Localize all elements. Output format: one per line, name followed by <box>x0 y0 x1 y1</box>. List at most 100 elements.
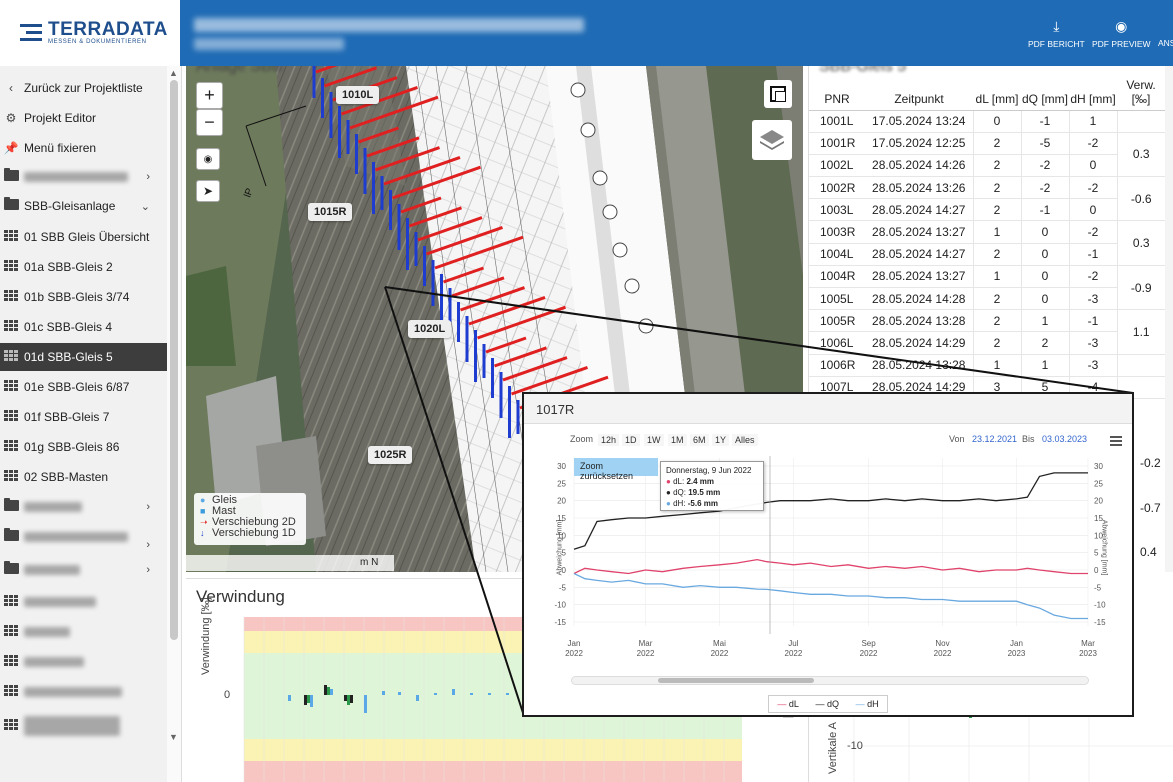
cell-dq: 2 <box>1020 331 1069 355</box>
x-tick-label: Sep <box>861 639 876 648</box>
cell-dq: 1 <box>1020 354 1069 377</box>
table-row[interactable]: 1005L 28.05.2024 14:28 2 0 -3 <box>809 287 1165 311</box>
sidebar-folder-sbb-gleisanlage[interactable]: SBB-Gleisanlage ⌄ <box>0 192 168 220</box>
sidebar-item-01g[interactable]: 01g SBB-Gleis 86 <box>0 433 168 461</box>
sidebar-scroll-thumb[interactable] <box>170 80 178 640</box>
col-header-zeitpunkt[interactable]: Zeitpunkt <box>865 74 973 111</box>
brand-logo[interactable]: TERRADATA MESSEN & DOKUMENTIEREN <box>0 0 180 66</box>
col-header-dh[interactable]: dH [mm] <box>1069 74 1117 111</box>
locate-button[interactable]: ◉ <box>196 148 220 170</box>
cell-verw: 0.3 <box>1116 220 1165 266</box>
sidebar-item-01e[interactable]: 01e SBB-Gleis 6/87 <box>0 373 168 401</box>
verwindung-bar <box>288 695 291 701</box>
sidebar-item-01[interactable]: 01 SBB Gleis Übersicht <box>0 223 168 251</box>
sidebar-scrollbar[interactable]: ▲ ▼ <box>167 66 181 782</box>
folder-icon <box>3 498 19 511</box>
y-tick-label-right: -5 <box>1094 583 1102 592</box>
cell-dq: 0 <box>1020 265 1069 289</box>
sidebar-item-01a[interactable]: 01a SBB-Gleis 2 <box>0 253 168 281</box>
table-row[interactable]: 1002L 28.05.2024 14:26 2 -2 0 <box>809 154 1165 178</box>
col-header-dq[interactable]: dQ [mm] <box>1021 74 1069 111</box>
sidebar-item-redacted[interactable] <box>0 618 168 646</box>
sidebar-folder-redacted[interactable]: › <box>0 163 168 191</box>
folder-icon <box>3 528 19 541</box>
map-label-1015r[interactable]: 1015R <box>308 203 353 221</box>
sidebar-item-redacted[interactable] <box>0 708 168 744</box>
legend-dq[interactable]: — dQ <box>815 699 839 709</box>
y-tick-label: -10 <box>554 601 566 610</box>
legend-dh[interactable]: — dH <box>856 699 879 709</box>
table-row[interactable]: 1006L 28.05.2024 14:29 2 2 -3 <box>809 331 1165 355</box>
chart-legend: — dL — dQ — dH <box>768 695 888 713</box>
table-row[interactable]: 1003R 28.05.2024 13:27 1 0 -2 0.3 <box>809 220 1165 266</box>
sidebar-folder-redacted[interactable]: › <box>0 523 168 551</box>
legend-dl[interactable]: — dL <box>777 699 799 709</box>
x-tick-label: Nov <box>935 639 949 648</box>
col-header-pnr[interactable]: PNR <box>809 74 865 111</box>
table-row[interactable]: 1005R 28.05.2024 13:28 2 1 -1 1.1 <box>809 309 1165 355</box>
point-detail-popup: 1017R Zoom 12h 1D 1W 1M 6M 1Y Alles Von … <box>522 392 1134 717</box>
table-row[interactable]: 1001R 17.05.2024 12:25 2 -5 -2 0.3 <box>809 132 1165 178</box>
y-tick-label-right: -15 <box>1094 618 1106 627</box>
folder-icon <box>3 561 19 574</box>
cell-pnr: 1003L <box>809 198 865 222</box>
verwindung-bar <box>307 695 310 703</box>
ans-button[interactable]: ANS <box>1158 18 1173 48</box>
sidebar-item-01d-active[interactable]: 01d SBB-Gleis 5 <box>0 343 168 371</box>
sidebar-item-redacted[interactable] <box>0 588 168 616</box>
back-to-project-list[interactable]: ‹ Zurück zur Projektliste <box>0 74 168 102</box>
chart-navigator[interactable] <box>571 676 1089 685</box>
y-tick-label-right: -10 <box>1094 601 1106 610</box>
zoom-in-button[interactable]: + <box>196 82 223 109</box>
chevron-right-icon: › <box>146 171 150 183</box>
col-header-verw[interactable]: Verw. [‰] <box>1117 74 1165 111</box>
cell-zeitpunkt: 17.05.2024 13:24 <box>865 110 973 133</box>
project-editor[interactable]: ⚙ Projekt Editor <box>0 104 168 132</box>
zoom-out-button[interactable]: − <box>196 109 223 136</box>
grid-icon <box>4 470 18 481</box>
layers-button[interactable] <box>752 120 792 160</box>
chart-ylabel-right: Abweichung [mm] <box>1100 519 1108 576</box>
table-row[interactable]: 1003L 28.05.2024 14:27 2 -1 0 <box>809 198 1165 222</box>
cell-dq: -2 <box>1020 176 1069 200</box>
table-row[interactable]: 1002R 28.05.2024 13:26 2 -2 -2 -0.6 <box>809 176 1165 222</box>
sidebar-item-redacted[interactable] <box>0 678 168 706</box>
verw-extra-value: 0.4 <box>1140 545 1157 559</box>
reset-zoom-button[interactable]: Zoom zurücksetzen <box>574 458 658 481</box>
map-label-1010l[interactable]: 1010L <box>336 86 380 104</box>
logo-mark-icon <box>20 24 42 42</box>
navigator-thumb[interactable] <box>658 678 814 683</box>
fullscreen-button[interactable] <box>764 80 792 108</box>
sidebar-folder-redacted[interactable]: › <box>0 493 168 521</box>
verwindung-bar <box>310 695 313 707</box>
pdf-report-button[interactable]: ⤓ PDF BERICHT <box>1028 18 1085 49</box>
sidebar-item-01c[interactable]: 01c SBB-Gleis 4 <box>0 313 168 341</box>
table-row[interactable]: 1001L 17.05.2024 13:24 0 -1 1 <box>809 110 1165 133</box>
table-row[interactable]: 1006R 28.05.2024 13:28 1 1 -3 <box>809 354 1165 377</box>
cell-dq: 0 <box>1020 243 1069 266</box>
x-tick-label: Jan <box>568 639 581 648</box>
sidebar-item-01b[interactable]: 01b SBB-Gleis 3/74 <box>0 283 168 311</box>
table-scrollbar[interactable] <box>1165 66 1173 572</box>
table-row[interactable]: 1004L 28.05.2024 14:27 2 0 -1 <box>809 243 1165 266</box>
sidebar-item-redacted[interactable] <box>0 648 168 676</box>
grid-icon <box>4 625 18 636</box>
pdf-preview-button[interactable]: ◉ PDF PREVIEW <box>1092 18 1151 49</box>
cell-zeitpunkt: 28.05.2024 14:27 <box>865 198 973 222</box>
cell-verw <box>1116 110 1165 133</box>
sidebar-item-02[interactable]: 02 SBB-Masten <box>0 463 168 491</box>
map-label-1020l[interactable]: 1020L <box>408 320 452 338</box>
x-tick-label: Mar <box>639 639 653 648</box>
col-header-dl[interactable]: dL [mm] <box>973 74 1021 111</box>
sidebar-item-01f[interactable]: 01f SBB-Gleis 7 <box>0 403 168 431</box>
navigate-button[interactable]: ➤ <box>196 180 220 202</box>
cell-verw: 0.3 <box>1116 132 1165 178</box>
arrow-down-icon: ↓ <box>200 528 205 538</box>
cell-dh: -1 <box>1068 309 1117 333</box>
verwindung-bar <box>304 695 307 705</box>
sidebar-folder-redacted[interactable]: › <box>0 556 168 584</box>
cell-dl: 1 <box>972 354 1021 377</box>
pin-menu[interactable]: 📌 Menü fixieren <box>0 134 168 162</box>
table-row[interactable]: 1004R 28.05.2024 13:27 1 0 -2 -0.9 <box>809 265 1165 311</box>
map-label-1025r[interactable]: 1025R <box>368 446 413 464</box>
